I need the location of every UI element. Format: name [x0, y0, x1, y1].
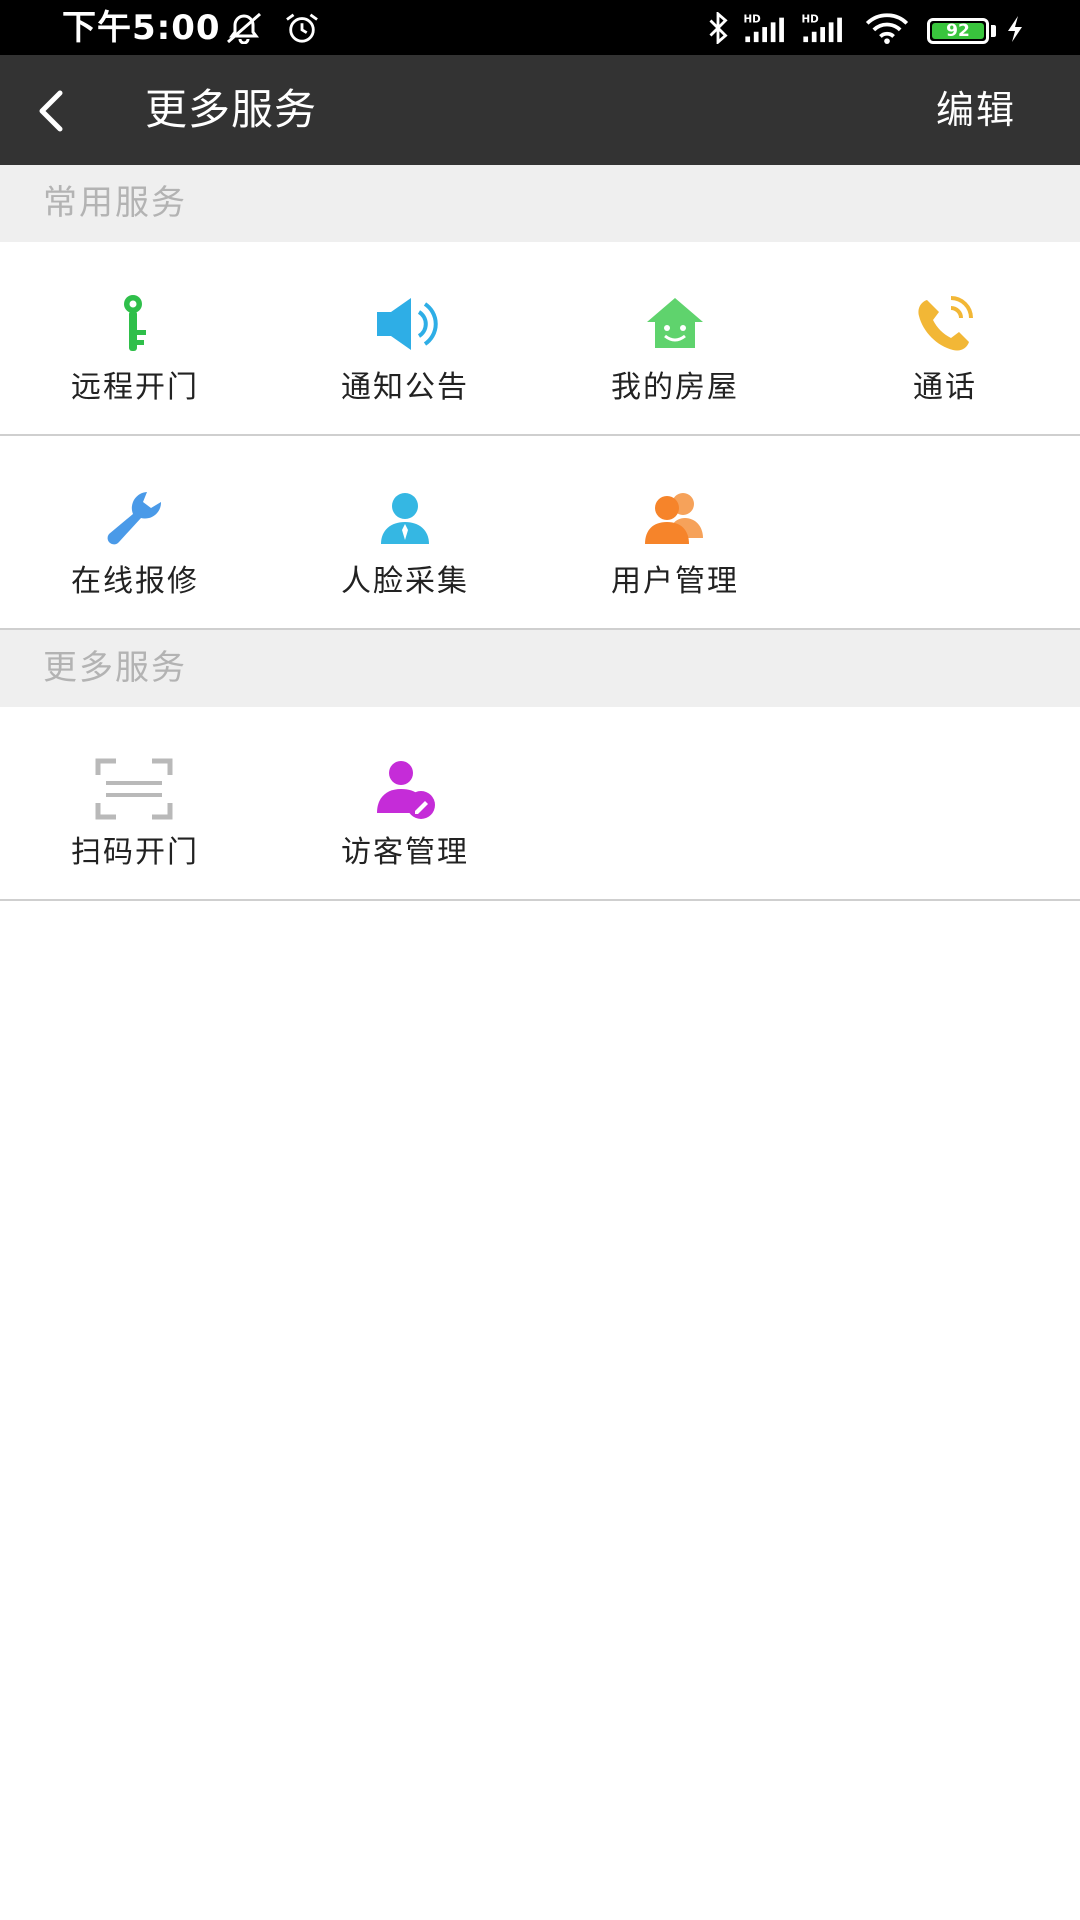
service-label: 在线报修	[71, 564, 199, 599]
service-grid-row: 扫码开门 访客管理	[0, 707, 1080, 901]
bluetooth-icon	[709, 12, 728, 44]
section-header-common: 常用服务	[0, 165, 1080, 242]
battery-icon: 92	[927, 18, 989, 44]
service-grid-row: 远程开门 通知公告 我的房屋 通话	[0, 242, 1080, 436]
section-title: 常用服务	[43, 183, 187, 223]
service-label: 通知公告	[341, 370, 469, 405]
scan-icon	[95, 758, 173, 820]
mute-icon	[227, 12, 261, 44]
phone-icon	[918, 296, 973, 351]
service-visitor-management[interactable]: 访客管理	[270, 707, 540, 899]
speaker-icon	[377, 298, 438, 350]
person-icon	[381, 493, 429, 544]
status-bar: 下午5:00 HD HD 92	[0, 0, 1080, 55]
service-label: 通话	[913, 370, 977, 405]
section-header-more: 更多服务	[0, 630, 1080, 707]
service-online-repair[interactable]: 在线报修	[0, 436, 270, 628]
signal-label: HD	[743, 13, 761, 25]
wrench-icon	[107, 492, 162, 545]
house-icon	[647, 298, 703, 348]
service-label: 用户管理	[611, 564, 739, 599]
service-face-collect[interactable]: 人脸采集	[270, 436, 540, 628]
service-label: 访客管理	[341, 835, 469, 870]
service-grid-row: 在线报修 人脸采集 用户管理	[0, 436, 1080, 630]
charging-icon	[1008, 16, 1022, 42]
app-header: 更多服务 编辑	[0, 55, 1080, 165]
wifi-icon	[865, 13, 909, 44]
service-scan-open-door[interactable]: 扫码开门	[0, 707, 270, 899]
service-user-management[interactable]: 用户管理	[540, 436, 810, 628]
edit-button[interactable]: 编辑	[936, 85, 1016, 135]
page-title: 更多服务	[145, 85, 318, 134]
service-label: 人脸采集	[341, 564, 469, 599]
service-notice[interactable]: 通知公告	[270, 242, 540, 434]
service-call[interactable]: 通话	[810, 242, 1080, 434]
key-icon	[124, 295, 146, 351]
battery-cap	[991, 25, 996, 37]
service-label: 我的房屋	[611, 370, 739, 405]
back-button[interactable]	[22, 81, 82, 141]
users-icon	[645, 493, 703, 544]
service-label: 扫码开门	[71, 835, 199, 870]
section-title: 更多服务	[43, 648, 187, 688]
service-label: 远程开门	[71, 370, 199, 405]
alarm-icon	[286, 13, 318, 43]
visitor-icon	[377, 761, 435, 819]
signal-hd-icon: HD	[743, 13, 784, 43]
battery-level: 92	[932, 23, 984, 40]
service-remote-open-door[interactable]: 远程开门	[0, 242, 270, 434]
signal-label: HD	[801, 13, 819, 25]
service-my-house[interactable]: 我的房屋	[540, 242, 810, 434]
status-time: 下午5:00	[62, 8, 221, 48]
signal-hd-icon: HD	[801, 13, 842, 43]
